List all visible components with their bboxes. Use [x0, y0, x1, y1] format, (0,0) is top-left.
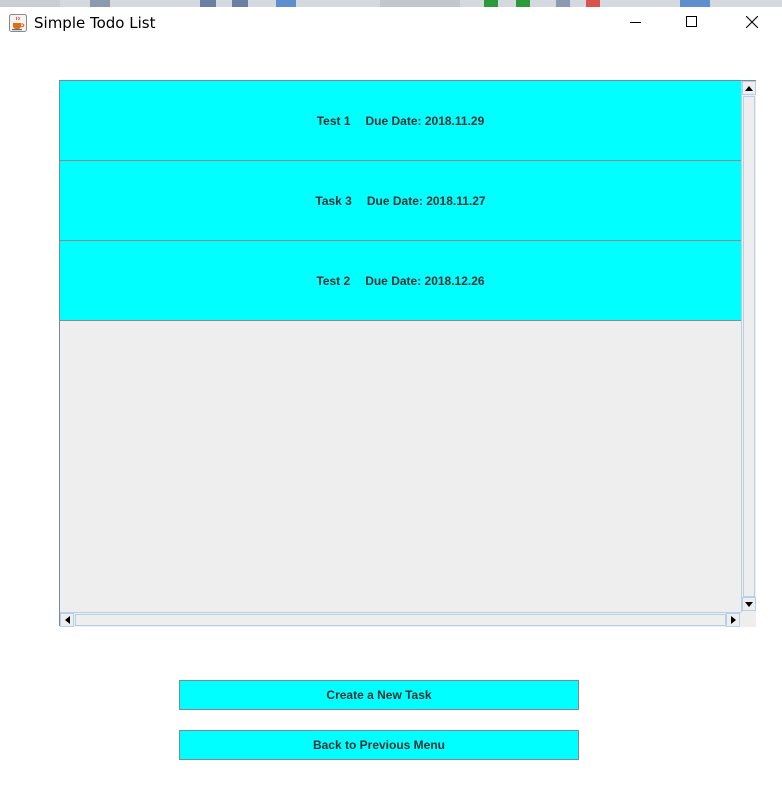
back-button[interactable]: Back to Previous Menu	[179, 730, 579, 760]
task-due-date: Due Date: 2018.12.26	[365, 273, 485, 288]
minimize-icon	[630, 22, 641, 23]
scroll-left-button[interactable]	[60, 613, 74, 627]
window-content: Test 1 Due Date: 2018.11.29 Task 3 Due D…	[0, 40, 782, 787]
background-taskbar-strip	[0, 0, 782, 7]
window-title: Simple Todo List	[34, 14, 156, 32]
task-item[interactable]: Test 1 Due Date: 2018.11.29	[60, 81, 741, 161]
vertical-scrollbar[interactable]	[741, 81, 756, 612]
maximize-icon	[686, 16, 697, 27]
task-name: Test 2	[316, 273, 351, 288]
java-cup-icon	[9, 14, 27, 32]
task-name: Task 3	[315, 193, 352, 208]
horizontal-scrollbar[interactable]	[60, 612, 741, 627]
title-bar[interactable]: Simple Todo List	[0, 7, 782, 40]
arrow-up-icon	[745, 85, 753, 91]
close-icon	[746, 16, 758, 28]
arrow-down-icon	[745, 601, 753, 607]
vertical-scroll-thumb[interactable]	[743, 96, 755, 597]
task-item[interactable]: Task 3 Due Date: 2018.11.27	[60, 161, 741, 241]
close-button[interactable]	[729, 7, 775, 38]
arrow-left-icon	[64, 616, 70, 624]
scroll-right-button[interactable]	[726, 613, 740, 627]
arrow-right-icon	[730, 616, 736, 624]
minimize-button[interactable]	[613, 7, 659, 38]
task-name: Test 1	[316, 113, 351, 128]
task-list[interactable]: Test 1 Due Date: 2018.11.29 Task 3 Due D…	[60, 81, 741, 612]
task-due-date: Due Date: 2018.11.27	[366, 193, 486, 208]
scroll-down-button[interactable]	[742, 597, 756, 611]
create-task-button[interactable]: Create a New Task	[179, 680, 579, 710]
task-due-date: Due Date: 2018.11.29	[365, 113, 485, 128]
horizontal-scroll-thumb[interactable]	[75, 614, 726, 626]
task-scroll-pane[interactable]: Test 1 Due Date: 2018.11.29 Task 3 Due D…	[59, 80, 756, 627]
maximize-button[interactable]	[669, 7, 715, 38]
task-item[interactable]: Test 2 Due Date: 2018.12.26	[60, 241, 741, 321]
scroll-up-button[interactable]	[742, 81, 756, 95]
scrollbar-corner	[741, 612, 756, 627]
